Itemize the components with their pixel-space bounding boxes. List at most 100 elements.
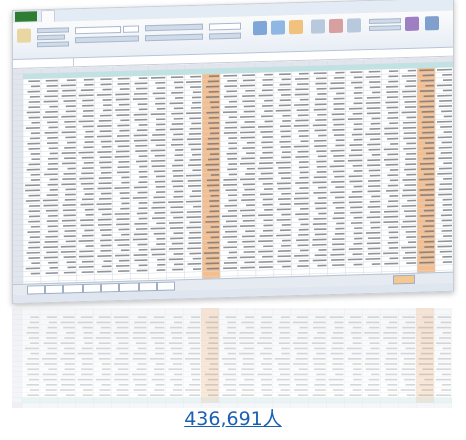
cell-value-mark (332, 358, 344, 360)
cell-value-mark (281, 156, 291, 159)
cell-value-mark (259, 337, 272, 339)
cell-value-mark (386, 352, 398, 355)
cell-value-mark (222, 394, 236, 396)
cell-value-mark (333, 97, 345, 100)
cell-value-mark (262, 255, 273, 258)
cell-value-mark (335, 71, 345, 74)
cell-value-mark (204, 373, 219, 376)
cell-value-mark (422, 368, 434, 370)
cell-value-mark (83, 332, 93, 334)
cell-value-mark (207, 378, 219, 381)
cell-value-mark (263, 229, 273, 232)
cell-value-mark (137, 316, 147, 318)
cell-value-mark (208, 90, 220, 93)
cell-value-mark (314, 347, 326, 350)
cell-value-mark (369, 200, 381, 203)
cell-value-mark (387, 241, 399, 244)
cell-value-mark (228, 147, 238, 150)
cell-value-mark (42, 373, 57, 376)
cell-value-mark (422, 225, 435, 228)
cell-value-mark (352, 389, 362, 391)
cell-value-mark (83, 146, 94, 149)
cell-value-mark (246, 141, 255, 144)
cell-value-mark (65, 188, 76, 191)
cell-value-mark (300, 140, 309, 143)
cell-value-mark (386, 106, 399, 109)
cell-value-mark (170, 378, 183, 381)
cell-value-mark (149, 321, 165, 324)
cell-value-mark (48, 321, 57, 324)
cell-value-mark (318, 249, 327, 251)
cell-value-mark (296, 109, 309, 112)
sheet-tab (139, 281, 157, 292)
cell-value-mark (118, 228, 130, 231)
cell-value-mark (335, 227, 345, 230)
cell-value-mark (406, 116, 417, 119)
cell-value-mark (442, 261, 452, 263)
cell-value-mark (83, 109, 94, 112)
cell-value-mark (174, 159, 184, 162)
cell-value-mark (46, 316, 57, 318)
cell-value-mark (30, 173, 40, 176)
cell-value-mark (80, 316, 93, 318)
cell-value-mark (82, 198, 94, 201)
cell-value-mark (442, 332, 451, 334)
cell-value-mark (443, 162, 453, 165)
cell-value-mark (368, 169, 381, 172)
count-link[interactable]: 436,691人 (0, 404, 466, 431)
cell-value-mark (406, 262, 417, 264)
cell-value-mark (297, 337, 308, 339)
cell-value-mark (364, 389, 380, 391)
cell-value-mark (47, 326, 57, 329)
sort-filter-icon (405, 16, 419, 32)
cell-value-mark (333, 102, 345, 105)
cell-value-mark (47, 168, 58, 171)
cell-value-mark (49, 105, 58, 108)
cell-value-mark (423, 95, 435, 98)
cell-value-mark (46, 251, 58, 254)
cell-value-mark (401, 342, 416, 344)
cell-value-mark (263, 347, 272, 350)
cell-value-mark (28, 101, 40, 103)
cell-value-mark (77, 321, 93, 324)
cell-value-mark (168, 368, 183, 370)
cell-value-mark (407, 69, 417, 72)
cell-value-mark (136, 160, 148, 163)
cell-value-mark (117, 166, 130, 169)
cell-value-mark (294, 347, 308, 350)
cell-value-mark (227, 157, 238, 160)
cell-value-mark (424, 204, 435, 207)
cell-value-mark (261, 115, 273, 118)
cell-value-mark (30, 179, 40, 181)
cell-value-mark (227, 352, 236, 355)
cell-value-mark (172, 363, 183, 365)
cell-value-mark (225, 220, 238, 223)
cell-value-mark (388, 247, 399, 249)
cell-value-mark (28, 220, 40, 223)
cell-value-mark (138, 207, 148, 210)
cell-value-mark (223, 363, 236, 365)
cell-value-mark (117, 77, 130, 80)
cell-value-mark (185, 389, 201, 391)
cell-value-mark (97, 352, 111, 355)
cell-value-mark (369, 127, 381, 130)
cell-value-mark (370, 347, 380, 350)
cell-value-mark (136, 212, 148, 215)
cell-value-mark (424, 321, 434, 324)
cell-value-mark (64, 230, 76, 232)
cell-value-mark (209, 337, 219, 339)
cell-value-mark (387, 174, 399, 177)
cell-value-mark (136, 269, 148, 272)
cell-value-mark (402, 332, 416, 334)
cell-value-mark (318, 186, 327, 189)
cell-value-mark (334, 175, 345, 178)
cell-value-mark (132, 332, 147, 334)
cell-value-mark (313, 326, 326, 329)
cell-value-mark (314, 103, 327, 106)
cell-value-mark (45, 79, 58, 82)
cell-value-mark (371, 373, 380, 376)
cell-value-mark (353, 170, 363, 172)
cell-value-mark (192, 257, 202, 260)
cell-value-mark (317, 197, 327, 199)
cell-value-mark (98, 316, 111, 318)
